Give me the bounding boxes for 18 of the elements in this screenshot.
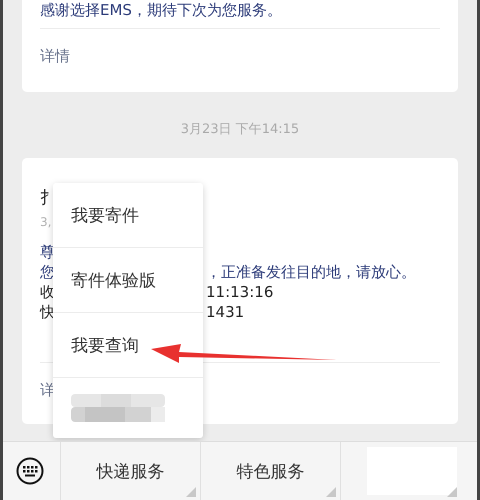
details-link[interactable]: 详情 [40, 47, 70, 66]
message-text: 3, [40, 214, 52, 231]
message-text: ，正准备发往目的地，请放心。 [206, 262, 416, 282]
timestamp: 3月23日 下午14:15 [180, 121, 300, 138]
menu-tab[interactable]: 快递服务 [96, 460, 164, 482]
message-text: 感谢选择EMS，期待下次为您服务。 [40, 0, 283, 20]
message-text: 快 [40, 302, 55, 322]
corner-mark-icon [447, 487, 457, 497]
menu-tab[interactable]: 特色服务 [236, 460, 304, 482]
message-text: 1431 [206, 302, 244, 322]
menu-item[interactable]: 寄件体验版 [53, 247, 203, 312]
details-link[interactable]: 详 [40, 381, 55, 400]
corner-mark-icon [326, 487, 336, 497]
keyboard-icon[interactable] [16, 457, 44, 485]
corner-mark-icon [186, 487, 196, 497]
message-text: 尊 [40, 242, 55, 262]
message-text: 收 [40, 282, 55, 302]
message-text: 11:13:16 [206, 282, 274, 302]
